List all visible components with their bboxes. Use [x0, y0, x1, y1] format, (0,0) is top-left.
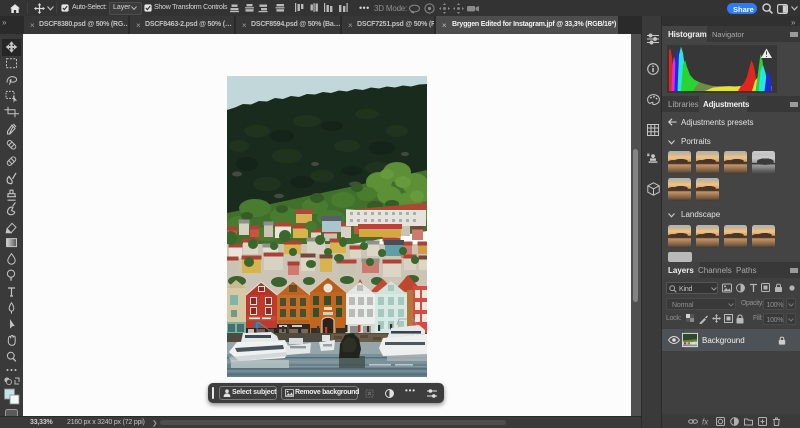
- svg-text:fx: fx: [702, 418, 709, 427]
